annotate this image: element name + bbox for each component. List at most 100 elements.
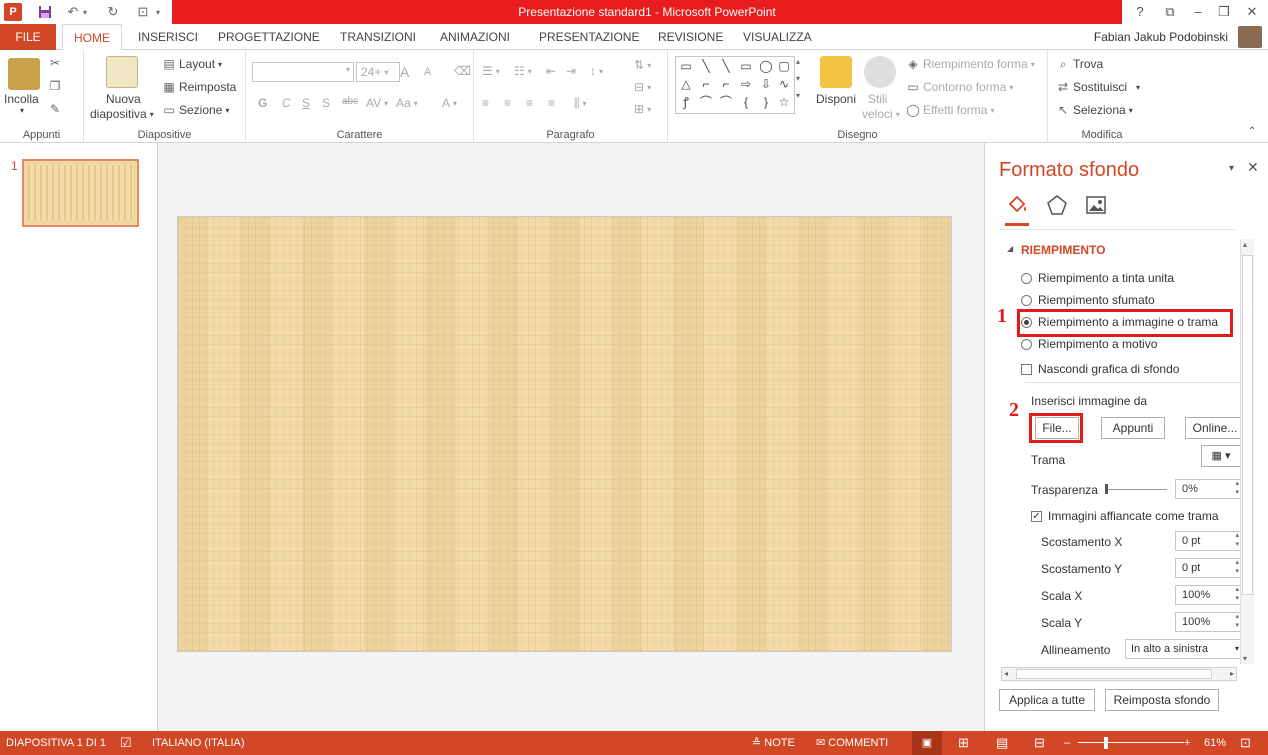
shape-triangle-icon[interactable]: △ xyxy=(678,77,694,91)
tab-animazioni[interactable]: ANIMAZIONI xyxy=(434,24,516,50)
normal-view-icon[interactable]: ▣ xyxy=(912,731,942,755)
online-button[interactable]: Online... xyxy=(1185,417,1245,439)
shape-freeform-icon[interactable]: ꝭ xyxy=(678,95,694,109)
shape-fill-button[interactable]: ◈ Riempimento forma ▾ xyxy=(906,57,1034,71)
copy-icon[interactable]: ❐ xyxy=(48,79,62,93)
shape-elbow-arrow-icon[interactable]: ⌐ xyxy=(718,77,734,91)
shrink-font-button[interactable]: A xyxy=(424,66,431,78)
font-size-field[interactable]: 24+ ▾ xyxy=(356,62,400,82)
new-slide-label-1[interactable]: Nuova xyxy=(106,92,141,106)
paste-icon[interactable] xyxy=(8,58,40,90)
arrange-button[interactable]: Disponi xyxy=(816,92,856,106)
decrease-indent-icon[interactable]: ⇤ xyxy=(546,64,556,78)
shape-line-icon[interactable]: ╲ xyxy=(698,59,714,73)
comments-button[interactable]: ✉ COMMENTI xyxy=(816,731,888,755)
redo-icon[interactable]: ↻ xyxy=(104,3,122,21)
shapes-gallery[interactable]: ▭ ╲ ╲ ▭ ◯ ▢ △ ⌐ ⌐ ⇨ ⇩ ∿ ꝭ ⌒ ⌒ { } ☆ xyxy=(675,56,795,114)
pane-horizontal-scrollbar[interactable]: ◂ ▸ xyxy=(1001,667,1237,681)
notes-button[interactable]: ≙ NOTE xyxy=(752,731,795,755)
shape-oval-icon[interactable]: ◯ xyxy=(758,59,774,73)
format-painter-icon[interactable]: ✎ xyxy=(48,102,62,116)
alignment-dropdown[interactable]: In alto a sinistra ▾ xyxy=(1125,639,1243,659)
new-slide-icon[interactable] xyxy=(106,56,138,88)
shape-brace-left-icon[interactable]: { xyxy=(738,95,754,109)
zoom-slider-handle[interactable] xyxy=(1104,737,1108,749)
align-text-icon[interactable]: ⊟ ▾ xyxy=(634,80,651,94)
transparency-slider-handle[interactable] xyxy=(1105,484,1108,494)
zoom-level[interactable]: 61% xyxy=(1204,731,1226,755)
font-family-field[interactable]: ▾ xyxy=(252,62,354,82)
quick-styles-icon[interactable] xyxy=(864,56,896,88)
reading-view-icon[interactable]: ▤ xyxy=(996,731,1008,755)
radio-gradient-fill[interactable]: Riempimento sfumato xyxy=(1021,293,1155,307)
tab-transizioni[interactable]: TRANSIZIONI xyxy=(334,24,422,50)
pane-options-icon[interactable]: ▾ xyxy=(1229,163,1234,174)
font-color-button[interactable]: A ▾ xyxy=(442,96,457,110)
paste-button[interactable]: Incolla xyxy=(4,92,39,106)
align-center-icon[interactable]: ≡ xyxy=(504,96,511,110)
scrollbar-thumb[interactable] xyxy=(1242,255,1253,595)
tile-checkbox[interactable]: ✓ Immagini affiancate come trama xyxy=(1031,509,1219,523)
save-icon[interactable] xyxy=(36,3,54,21)
slide-sorter-icon[interactable]: ⊞ xyxy=(958,731,969,755)
zoom-out-icon[interactable]: – xyxy=(1064,731,1070,755)
transparency-spinner[interactable]: 0% xyxy=(1175,479,1241,499)
qat-customize-icon[interactable]: ▾ xyxy=(152,3,164,21)
close-icon[interactable]: ✕ xyxy=(1247,159,1259,176)
spacing-button[interactable]: AV ▾ xyxy=(366,96,388,110)
pane-vertical-scrollbar[interactable]: ▴ ▾ xyxy=(1240,239,1254,664)
tab-file[interactable]: FILE xyxy=(0,24,56,50)
shape-down-arrow-icon[interactable]: ⇩ xyxy=(758,77,774,91)
shape-curve-icon[interactable]: ⌒ xyxy=(718,95,734,109)
tab-progettazione[interactable]: PROGETTAZIONE xyxy=(212,24,326,50)
find-button[interactable]: ⌕ Trova xyxy=(1056,57,1104,71)
tab-inserisci[interactable]: INSERISCI xyxy=(132,24,204,50)
hide-graphics-checkbox[interactable]: Nascondi grafica di sfondo xyxy=(1021,362,1179,376)
radio-pattern-fill[interactable]: Riempimento a motivo xyxy=(1021,337,1157,351)
italic-button[interactable]: C xyxy=(282,96,291,110)
clipboard-button[interactable]: Appunti xyxy=(1101,417,1165,439)
tab-revisione[interactable]: REVISIONE xyxy=(652,24,729,50)
line-spacing-icon[interactable]: ↕ ▾ xyxy=(590,64,603,78)
select-button[interactable]: ↖ Seleziona ▾ xyxy=(1056,103,1133,117)
shape-outline-button[interactable]: ▭ Contorno forma ▾ xyxy=(906,80,1013,94)
grow-font-button[interactable]: A xyxy=(400,64,409,80)
shape-arrow-line-icon[interactable]: ╲ xyxy=(718,59,734,73)
align-left-icon[interactable]: ≡ xyxy=(482,96,489,110)
collapse-section-icon[interactable]: ◢ xyxy=(1007,244,1013,253)
tab-home[interactable]: HOME xyxy=(62,24,122,51)
fill-bucket-icon[interactable] xyxy=(1005,193,1029,217)
offset-x-spinner[interactable]: 0 pt xyxy=(1175,531,1241,551)
strikethrough-button[interactable]: abc xyxy=(342,96,358,107)
reset-slide-button[interactable]: ▦ Reimposta xyxy=(162,80,236,94)
user-name[interactable]: Fabian Jakub Podobinski xyxy=(1094,24,1228,50)
radio-solid-fill[interactable]: Riempimento a tinta unita xyxy=(1021,271,1174,285)
maximize-icon[interactable]: ❐ xyxy=(1214,2,1234,22)
powerpoint-icon[interactable]: P xyxy=(4,3,22,21)
slide-thumbnail[interactable] xyxy=(22,159,139,227)
shape-star-icon[interactable]: ☆ xyxy=(776,95,792,109)
tab-presentazione[interactable]: PRESENTAZIONE xyxy=(533,24,645,50)
shape-brace-right-icon[interactable]: } xyxy=(758,95,774,109)
reset-background-button[interactable]: Reimposta sfondo xyxy=(1105,689,1219,711)
offset-y-spinner[interactable]: 0 pt xyxy=(1175,558,1241,578)
slide-counter[interactable]: DIAPOSITIVA 1 DI 1 xyxy=(6,731,106,755)
undo-dropdown-icon[interactable]: ▾ xyxy=(80,3,90,21)
minimize-icon[interactable]: – xyxy=(1188,2,1208,22)
numbering-icon[interactable]: ☷ ▾ xyxy=(514,64,532,78)
close-window-icon[interactable]: ✕ xyxy=(1242,2,1262,22)
shape-rounded-rect-icon[interactable]: ▢ xyxy=(776,59,792,73)
paste-dropdown-icon[interactable]: ▾ xyxy=(20,106,24,115)
quick-styles-label-1[interactable]: Stili xyxy=(868,92,887,106)
language[interactable]: ITALIANO (ITALIA) xyxy=(152,731,245,755)
replace-button[interactable]: ⇄ Sostituisci ▾ xyxy=(1056,80,1140,94)
quick-styles-button[interactable]: veloci ▾ xyxy=(862,107,900,121)
cut-icon[interactable]: ✂ xyxy=(48,56,62,70)
shape-arc-icon[interactable]: ⌒ xyxy=(698,95,714,109)
scale-y-spinner[interactable]: 100% xyxy=(1175,612,1241,632)
increase-indent-icon[interactable]: ⇥ xyxy=(566,64,576,78)
texture-picker[interactable]: ▦ ▾ xyxy=(1201,445,1241,467)
new-slide-button[interactable]: diapositiva ▾ xyxy=(90,107,154,121)
scale-x-spinner[interactable]: 100% xyxy=(1175,585,1241,605)
zoom-in-icon[interactable]: + xyxy=(1184,731,1190,755)
